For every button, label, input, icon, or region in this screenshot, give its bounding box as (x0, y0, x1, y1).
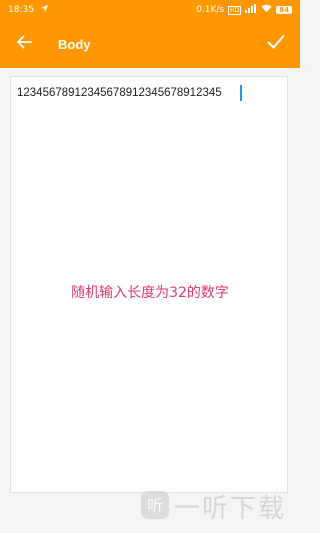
check-icon (267, 34, 285, 54)
confirm-button[interactable] (256, 20, 296, 68)
page-title: Body (58, 36, 91, 52)
arrow-back-icon (16, 34, 32, 54)
watermark-logo-icon: 听 (140, 490, 170, 524)
body-input[interactable] (17, 83, 277, 103)
status-time: 18:35 (8, 5, 34, 15)
hd-icon: HD (228, 5, 242, 15)
toast-message: 随机输入长度为32的数字 (71, 285, 229, 301)
network-speed: 0.1K/s (196, 5, 225, 15)
watermark: 听 一听下载 (140, 488, 286, 525)
battery-icon: 84 (276, 6, 292, 14)
app-bar: Body (0, 20, 300, 68)
wifi-icon (261, 4, 272, 16)
location-icon (40, 4, 49, 16)
status-bar: 18:35 0.1K/s HD 84 (0, 0, 300, 20)
text-cursor (240, 85, 242, 101)
back-button[interactable] (0, 20, 48, 68)
svg-text:听: 听 (147, 496, 163, 515)
watermark-text: 一听下载 (174, 494, 287, 524)
signal-icon (245, 4, 257, 16)
